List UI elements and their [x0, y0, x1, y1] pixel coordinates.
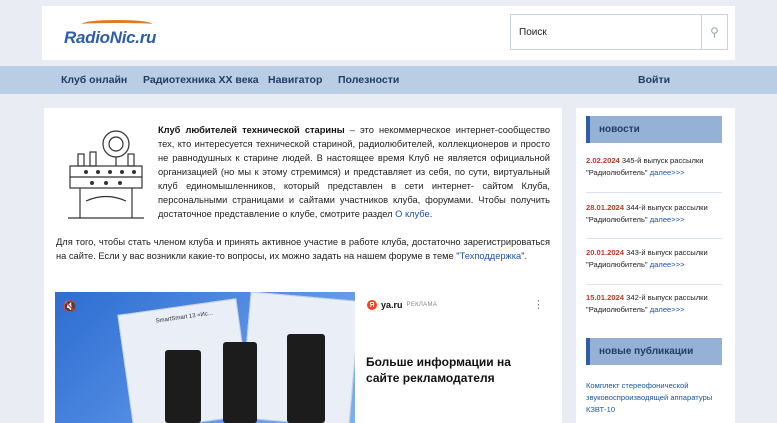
about-club-link[interactable]: О клубе [395, 209, 430, 219]
nav-item-useful[interactable]: Полезности [338, 74, 399, 86]
ad-more-icon[interactable]: ⋮ [533, 298, 544, 311]
main-content: Клуб любителей технической старины – это… [44, 108, 562, 423]
radio-engraving-image [68, 130, 144, 219]
news-item: 2.02.2024 345-й выпуск рассылки "Радиолю… [586, 155, 722, 179]
news-more-link[interactable]: далее>>> [650, 305, 685, 314]
login-link[interactable]: Войти [638, 74, 670, 86]
logo-text: RadioNic.ru [64, 28, 157, 47]
news-item: 15.01.2024 342-й выпуск рассылки "Радиол… [586, 292, 722, 316]
search-button[interactable]: ⚲ [701, 15, 727, 49]
publications-heading: новые публикации [586, 338, 722, 365]
news-date: 20.01.2024 [586, 248, 625, 257]
ad-speaker-device [165, 350, 201, 423]
divider [586, 238, 722, 239]
nav-item-club-online[interactable]: Клуб онлайн [61, 74, 127, 86]
nav-item-navigator[interactable]: Навигатор [268, 74, 322, 86]
logo-wave-icon [82, 20, 152, 28]
sidebar: новости 2.02.2024 345-й выпуск рассылки … [576, 108, 735, 423]
search-box: ⚲ [510, 14, 728, 50]
join-paragraph: Для того, чтобы стать членом клуба и при… [56, 236, 550, 264]
club-intro-text: – это некоммерческое интернет-сообщество… [158, 125, 550, 219]
news-date: 28.01.2024 [586, 203, 625, 212]
support-topic-link[interactable]: Техподдержка [460, 251, 522, 261]
mute-icon[interactable]: 🔇 [63, 300, 77, 313]
news-date: 2.02.2024 [586, 156, 620, 165]
search-icon: ⚲ [710, 25, 719, 39]
nav-item-radiotech[interactable]: Радиотехника XX века [143, 74, 259, 86]
ad-speaker-device [223, 342, 257, 423]
ad-source: Я ya.ru Реклама [367, 300, 437, 310]
news-item: 20.01.2024 343-й выпуск рассылки "Радиол… [586, 247, 722, 271]
news-more-link[interactable]: далее>>> [650, 215, 685, 224]
search-input[interactable] [511, 15, 701, 49]
divider [586, 284, 722, 285]
ad-speaker-device [287, 334, 325, 423]
site-header: RadioNic.ru ⚲ [42, 6, 735, 60]
divider [586, 192, 722, 193]
ad-title[interactable]: Больше информации на сайте рекламодателя [366, 354, 546, 386]
news-date: 15.01.2024 [586, 293, 625, 302]
ad-banner[interactable]: SmartSmart 13 «Ис... 🔇 Я ya.ru Реклама ⋮… [55, 292, 550, 423]
site-logo[interactable]: RadioNic.ru [60, 16, 160, 52]
ad-image[interactable]: SmartSmart 13 «Ис... 🔇 [55, 292, 355, 423]
club-intro: Клуб любителей технической старины – это… [158, 124, 550, 222]
yandex-icon: Я [367, 300, 377, 310]
club-intro-title: Клуб любителей технической старины [158, 125, 345, 135]
ad-domain[interactable]: ya.ru [381, 300, 403, 310]
ad-card-text: SmartSmart 13 «Ис... [155, 310, 214, 325]
ad-label: Реклама [406, 302, 438, 308]
news-item: 28.01.2024 344-й выпуск рассылки "Радиол… [586, 202, 722, 226]
club-intro-end: . [429, 208, 433, 219]
publication-link[interactable]: Комплект стереофонической звуковоспроизв… [586, 380, 722, 416]
news-more-link[interactable]: далее>>> [650, 260, 685, 269]
join-end: ". [521, 250, 528, 261]
main-nav: Клуб онлайн Радиотехника XX века Навигат… [0, 66, 777, 94]
news-more-link[interactable]: далее>>> [650, 168, 685, 177]
news-heading: новости [586, 116, 722, 143]
